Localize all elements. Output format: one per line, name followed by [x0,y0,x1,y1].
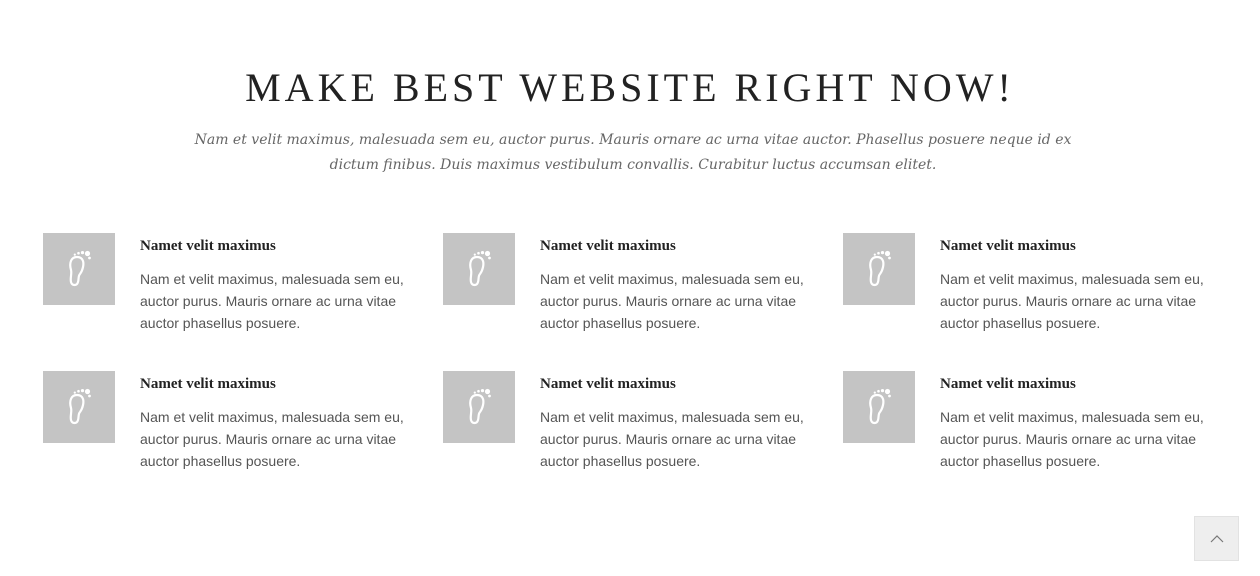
feature-item: Namet velit maximus Nam et velit maximus… [43,233,421,343]
feature-item: Namet velit maximus Nam et velit maximus… [43,371,421,481]
chevron-up-icon [1210,530,1224,548]
scroll-to-top-button[interactable] [1194,516,1239,561]
feature-icon-tile[interactable] [843,233,915,305]
feature-icon-tile[interactable] [43,233,115,305]
footprint-icon [866,250,892,288]
feature-icon-tile[interactable] [443,233,515,305]
feature-icon-tile[interactable] [43,371,115,443]
footprint-icon [66,388,92,426]
feature-icon-tile[interactable] [443,371,515,443]
feature-text: Nam et velit maximus, malesuada sem eu, … [140,271,404,331]
footprint-icon [466,388,492,426]
feature-title: Namet velit maximus [940,376,1076,392]
section-title: MAKE BEST WEBSITE RIGHT NOW! [245,65,1015,110]
footprint-icon [66,250,92,288]
feature-item: Namet velit maximus Nam et velit maximus… [443,371,821,481]
footprint-icon [466,250,492,288]
section-subtitle: Nam et velit maximus, malesuada sem eu, … [194,132,1072,173]
feature-title: Namet velit maximus [140,376,276,392]
feature-title: Namet velit maximus [540,238,676,254]
feature-title: Namet velit maximus [140,238,276,254]
feature-item: Namet velit maximus Nam et velit maximus… [843,371,1221,481]
feature-text: Nam et velit maximus, malesuada sem eu, … [940,271,1204,331]
feature-text: Nam et velit maximus, malesuada sem eu, … [940,409,1204,469]
feature-icon-tile[interactable] [843,371,915,443]
feature-title: Namet velit maximus [940,238,1076,254]
feature-text: Nam et velit maximus, malesuada sem eu, … [540,409,804,469]
feature-text: Nam et velit maximus, malesuada sem eu, … [540,271,804,331]
feature-title: Namet velit maximus [540,376,676,392]
feature-item: Namet velit maximus Nam et velit maximus… [843,233,1221,343]
feature-item: Namet velit maximus Nam et velit maximus… [443,233,821,343]
footprint-icon [866,388,892,426]
feature-text: Nam et velit maximus, malesuada sem eu, … [140,409,404,469]
